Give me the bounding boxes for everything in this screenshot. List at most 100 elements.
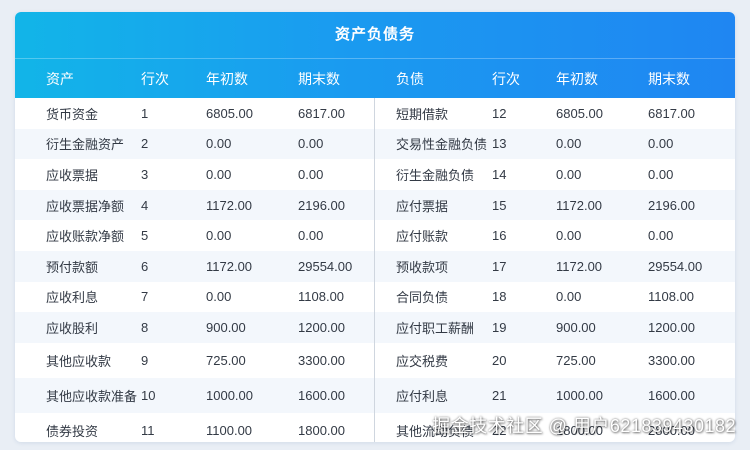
table-row: 应收利息 7 0.00 1108.00 合同负债 18 0.00 1108.00 xyxy=(15,282,735,313)
asset-name: 货币资金 xyxy=(46,106,99,122)
asset-end-value: 0.00 xyxy=(298,136,324,152)
column-header-liability: 负债 xyxy=(396,70,424,87)
asset-begin-value: 0.00 xyxy=(206,228,232,244)
asset-name: 衍生金融资产 xyxy=(46,137,125,153)
liability-end-value: 0.00 xyxy=(648,166,674,182)
table-row: 预付款额 6 1172.00 29554.00 预收款项 17 1172.00 … xyxy=(15,250,735,282)
asset-row-number: 11 xyxy=(141,422,155,438)
asset-row-number: 7 xyxy=(141,289,149,305)
asset-begin-value: 1000.00 xyxy=(206,387,253,403)
asset-row-number: 9 xyxy=(141,352,149,368)
asset-begin-value: 725.00 xyxy=(206,352,246,368)
liability-begin-value: 1172.00 xyxy=(556,258,603,274)
liability-end-value: 0.00 xyxy=(648,228,674,244)
liability-row-number: 14 xyxy=(492,166,507,182)
liability-end-value: 29554.00 xyxy=(648,258,703,274)
liability-name: 衍生金融负债 xyxy=(396,167,475,183)
asset-row-number: 5 xyxy=(141,228,149,244)
liability-row-number: 13 xyxy=(492,136,507,152)
liability-row-number: 16 xyxy=(492,228,507,244)
asset-begin-value: 1172.00 xyxy=(206,258,253,274)
liability-end-value: 0.00 xyxy=(648,136,674,152)
table-row: 应收票据净额 4 1172.00 2196.00 应付票据 15 1172.00… xyxy=(15,189,735,221)
asset-begin-value: 0.00 xyxy=(206,166,232,182)
asset-end-value: 6817.00 xyxy=(298,105,345,121)
table-header: 资产负债务 资产 行次 年初数 期末数 负债 行次 年初数 期末数 xyxy=(15,12,735,98)
liability-begin-value: 0.00 xyxy=(556,166,582,182)
asset-row-number: 10 xyxy=(141,387,156,403)
asset-begin-value: 0.00 xyxy=(206,289,232,305)
asset-end-value: 1108.00 xyxy=(298,289,345,305)
asset-name: 债券投资 xyxy=(46,423,99,439)
liability-name: 应付票据 xyxy=(396,198,449,214)
liability-begin-value: 1000.00 xyxy=(556,387,603,403)
liability-end-value: 1108.00 xyxy=(648,289,695,305)
asset-name: 应收账款净额 xyxy=(46,229,125,245)
table-row: 应收账款净额 5 0.00 0.00 应付账款 16 0.00 0.00 xyxy=(15,220,735,251)
liability-row-number: 17 xyxy=(492,258,507,274)
liability-name: 合同负债 xyxy=(396,290,449,306)
asset-begin-value: 0.00 xyxy=(206,136,232,152)
column-header-liability-end: 期末数 xyxy=(648,70,690,87)
liability-row-number: 18 xyxy=(492,289,507,305)
table-row: 其他应收款准备 10 1000.00 1600.00 应付利息 21 1000.… xyxy=(15,377,735,413)
asset-row-number: 8 xyxy=(141,319,149,335)
liability-end-value: 1600.00 xyxy=(648,387,695,403)
asset-end-value: 29554.00 xyxy=(298,258,353,274)
asset-end-value: 0.00 xyxy=(298,166,324,182)
column-header-asset-row: 行次 xyxy=(141,70,169,87)
liability-end-value: 1200.00 xyxy=(648,319,695,335)
asset-row-number: 6 xyxy=(141,258,149,274)
balance-sheet-card: 资产负债务 资产 行次 年初数 期末数 负债 行次 年初数 期末数 货币资金 1… xyxy=(15,12,735,442)
liability-row-number: 21 xyxy=(492,387,507,403)
asset-end-value: 1600.00 xyxy=(298,387,345,403)
asset-name: 其他应收款准备 xyxy=(46,388,138,404)
asset-name: 应收利息 xyxy=(46,290,99,306)
table-title: 资产负债务 xyxy=(334,26,415,43)
asset-begin-value: 1172.00 xyxy=(206,197,253,213)
liability-name: 应付职工薪酬 xyxy=(396,320,475,336)
liability-begin-value: 1172.00 xyxy=(556,197,603,213)
table-row: 其他应收款 9 725.00 3300.00 应交税费 20 725.00 33… xyxy=(15,343,735,378)
liability-begin-value: 0.00 xyxy=(556,136,582,152)
liability-begin-value: 725.00 xyxy=(556,352,596,368)
liability-begin-value: 0.00 xyxy=(556,228,582,244)
asset-name: 应收票据净额 xyxy=(46,198,125,214)
table-row: 货币资金 1 6805.00 6817.00 短期借款 12 6805.00 6… xyxy=(15,98,735,129)
liability-name: 应付利息 xyxy=(396,388,449,404)
liability-name: 应付账款 xyxy=(396,229,449,245)
asset-end-value: 3300.00 xyxy=(298,352,345,368)
liability-row-number: 20 xyxy=(492,352,507,368)
asset-row-number: 2 xyxy=(141,136,149,152)
asset-end-value: 1800.00 xyxy=(298,422,345,438)
liability-begin-value: 900.00 xyxy=(556,319,596,335)
liability-name: 应交税费 xyxy=(396,353,449,369)
table-row: 应收票据 3 0.00 0.00 衍生金融负债 14 0.00 0.00 xyxy=(15,159,735,190)
liability-row-number: 15 xyxy=(492,197,507,213)
asset-row-number: 3 xyxy=(141,166,149,182)
asset-name: 应收股利 xyxy=(46,320,99,336)
watermark: 掘金技术社区 @ 用户621839430182 xyxy=(432,416,736,436)
asset-name: 应收票据 xyxy=(46,167,99,183)
table-body: 货币资金 1 6805.00 6817.00 短期借款 12 6805.00 6… xyxy=(15,98,735,442)
column-header-liability-row: 行次 xyxy=(492,70,520,87)
asset-row-number: 1 xyxy=(141,105,149,121)
liability-end-value: 6817.00 xyxy=(648,105,695,121)
asset-name: 其他应收款 xyxy=(46,353,112,369)
column-header-asset: 资产 xyxy=(46,70,74,87)
liability-end-value: 3300.00 xyxy=(648,352,695,368)
liability-row-number: 19 xyxy=(492,319,507,335)
asset-name: 预付款额 xyxy=(46,259,99,275)
table-row: 应收股利 8 900.00 1200.00 应付职工薪酬 19 900.00 1… xyxy=(15,312,735,343)
liability-name: 交易性金融负债 xyxy=(396,137,488,153)
liability-name: 短期借款 xyxy=(396,106,449,122)
liability-begin-value: 0.00 xyxy=(556,289,582,305)
asset-end-value: 1200.00 xyxy=(298,319,345,335)
liability-begin-value: 6805.00 xyxy=(556,105,603,121)
asset-begin-value: 1100.00 xyxy=(206,422,253,438)
column-header-row: 资产 行次 年初数 期末数 负债 行次 年初数 期末数 xyxy=(15,59,735,98)
column-header-asset-begin: 年初数 xyxy=(206,70,248,87)
liability-name: 预收款项 xyxy=(396,259,449,275)
table-row: 衍生金融资产 2 0.00 0.00 交易性金融负债 13 0.00 0.00 xyxy=(15,128,735,160)
asset-end-value: 2196.00 xyxy=(298,197,345,213)
